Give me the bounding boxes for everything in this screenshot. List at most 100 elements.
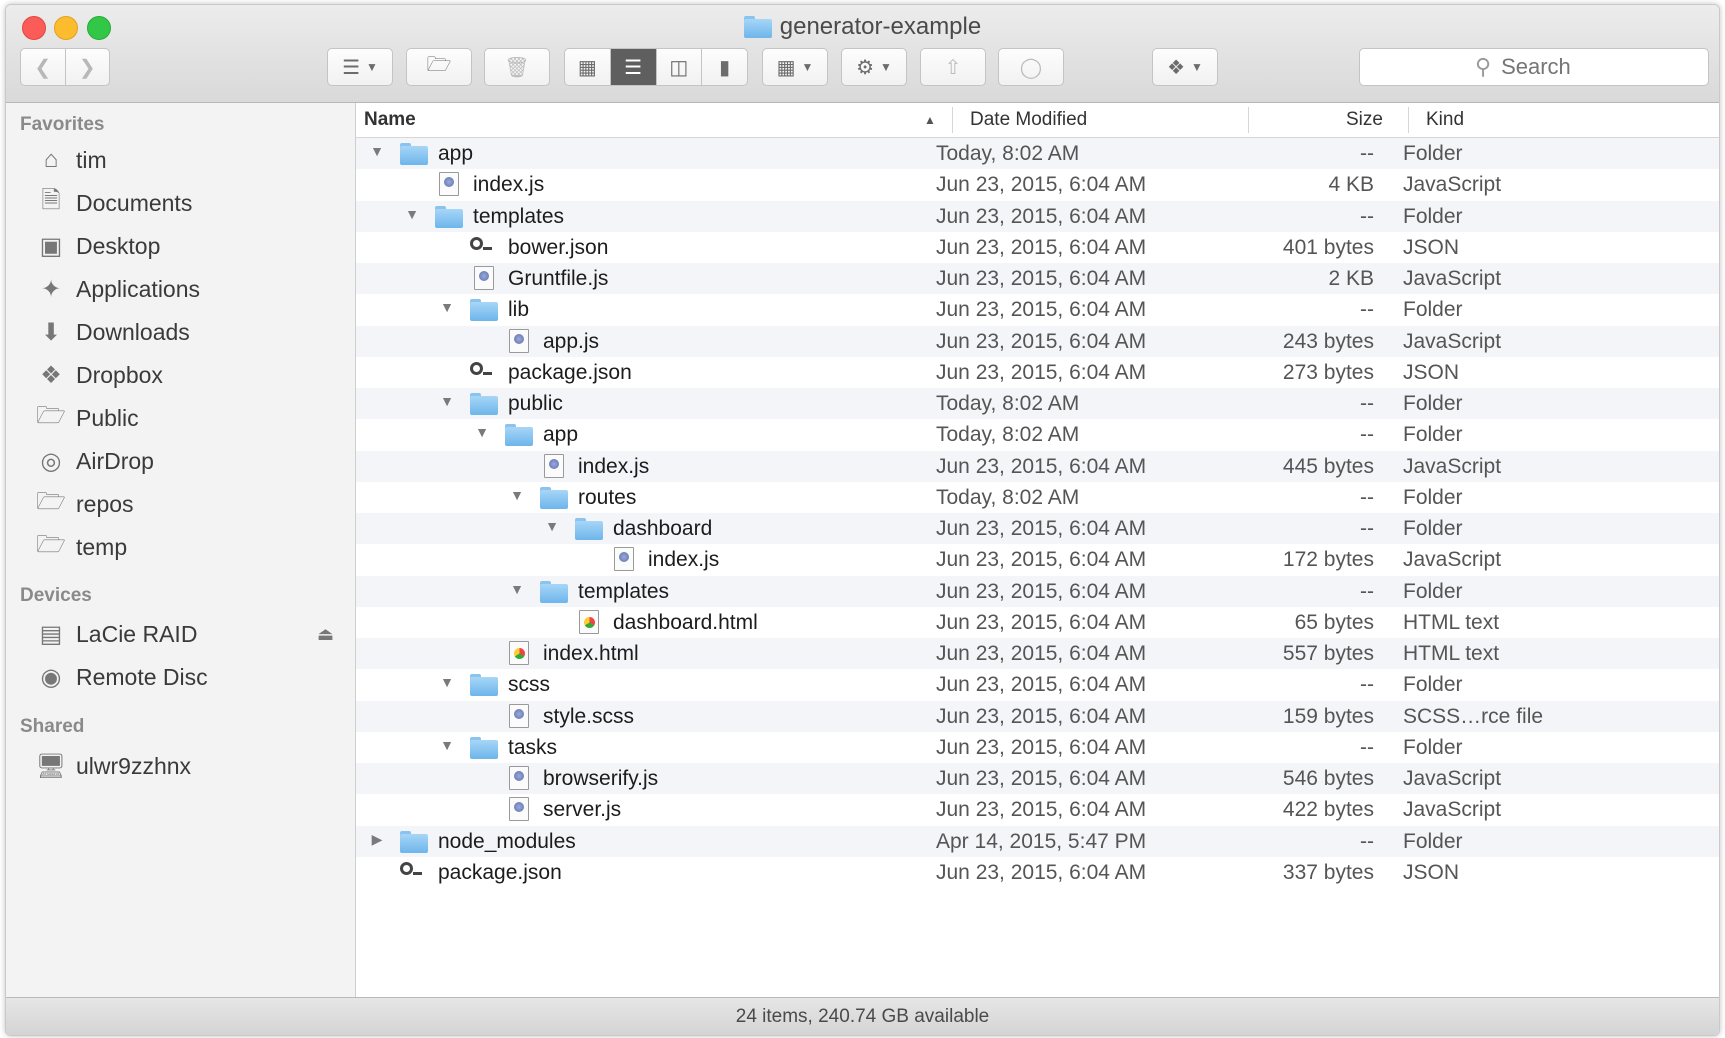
file-kind: HTML text xyxy=(1403,610,1500,634)
sidebar-item-temp[interactable]: 🗁 temp xyxy=(34,529,344,565)
file-row[interactable]: ▼ templates Jun 23, 2015, 6:04 AM -- Folder xyxy=(356,575,1719,607)
file-row[interactable]: ▼ templates Jun 23, 2015, 6:04 AM -- Folder xyxy=(356,200,1719,232)
airdrop-icon: ◎ xyxy=(40,447,62,475)
file-row[interactable]: index.js Jun 23, 2015, 6:04 AM 172 bytes Ja… xyxy=(356,544,1719,575)
file-row[interactable]: index.js Jun 23, 2015, 6:04 AM 4 KB JavaScr… xyxy=(356,169,1719,200)
disc-icon: ◉ xyxy=(40,663,62,691)
sidebar-item-label: Downloads xyxy=(76,318,190,345)
sidebar-item-label: LaCie RAID xyxy=(76,620,198,647)
dropbox-menu-button[interactable]: ❖ ▼ xyxy=(1152,48,1218,86)
column-divider[interactable] xyxy=(1408,107,1409,133)
sidebar-item-desktop[interactable]: ▣ Desktop xyxy=(34,228,344,264)
file-size: 4 KB xyxy=(1328,173,1374,197)
file-rows: ▼ app Today, 8:02 AM -- Folder index.js Jun 23… xyxy=(356,138,1719,888)
column-header-size[interactable]: Size xyxy=(1346,109,1383,131)
file-row[interactable]: ▼ lib Jun 23, 2015, 6:04 AM -- Folder xyxy=(356,294,1719,325)
file-row[interactable]: style.scss Jun 23, 2015, 6:04 AM 159 bytes… xyxy=(356,700,1719,732)
view-mode-segmented: ▦ ☰ ◫ ▮ xyxy=(564,48,748,86)
file-kind: JavaScript xyxy=(1403,767,1502,790)
file-kind: Folder xyxy=(1403,829,1463,853)
search-input[interactable] xyxy=(1499,53,1594,81)
chevron-left-icon: ❮ xyxy=(34,56,52,79)
sidebar-item-ulwr9zzhnx[interactable]: 🖥 ulwr9zzhnx xyxy=(34,748,344,784)
group-by-button[interactable]: ▦ ▼ xyxy=(762,48,828,86)
file-kind: JavaScript xyxy=(1403,173,1502,197)
sidebar-item-downloads[interactable]: ⬇ Downloads xyxy=(34,314,344,350)
forward-button[interactable]: ❯ xyxy=(66,49,110,85)
file-kind: JSON xyxy=(1403,235,1460,259)
file-row[interactable]: ▼ tasks Jun 23, 2015, 6:04 AM -- Folder xyxy=(356,732,1719,763)
column-header-kind[interactable]: Kind xyxy=(1426,109,1464,131)
file-row[interactable]: ▶ node_modules Apr 14, 2015, 5:47 PM -- Fold… xyxy=(356,825,1719,857)
column-view-button[interactable]: ◫ xyxy=(657,49,703,85)
file-list: Name ▲ Date Modified Size Kind ▼ app Today… xyxy=(356,103,1719,997)
file-size: -- xyxy=(1360,392,1374,415)
file-row[interactable]: bower.json Jun 23, 2015, 6:04 AM 401 bytes… xyxy=(356,232,1719,263)
share-button[interactable]: ⇧ xyxy=(920,48,986,86)
group-grid-icon: ▦ xyxy=(776,56,796,79)
file-size: 422 bytes xyxy=(1282,798,1374,822)
file-size: -- xyxy=(1360,579,1374,603)
file-row[interactable]: ▼ scss Jun 23, 2015, 6:04 AM -- Folder xyxy=(356,669,1719,700)
sidebar-item-repos[interactable]: 🗁 repos xyxy=(34,486,344,522)
file-row[interactable]: package.json Jun 23, 2015, 6:04 AM 273 byt… xyxy=(356,357,1719,388)
share-icon: ⇧ xyxy=(944,56,962,79)
new-folder-button[interactable]: 🗁 xyxy=(406,48,472,86)
window-title-area: generator-example xyxy=(6,13,1719,41)
file-row[interactable]: ▼ dashboard Jun 23, 2015, 6:04 AM -- Folder xyxy=(356,513,1719,545)
file-size: 401 bytes xyxy=(1282,235,1374,259)
gear-icon: ⚙ xyxy=(856,56,875,79)
file-row[interactable]: dashboard.html Jun 23, 2015, 6:04 AM 65 by… xyxy=(356,607,1719,638)
file-row[interactable]: ▼ routes Today, 8:02 AM -- Folder xyxy=(356,482,1719,513)
downloads-icon: ⬇ xyxy=(40,318,62,346)
chevron-down-icon: ▼ xyxy=(880,60,892,74)
search-field[interactable]: ⚲ xyxy=(1359,48,1709,86)
file-size: 337 bytes xyxy=(1282,860,1374,884)
file-row[interactable]: app.js Jun 23, 2015, 6:04 AM 243 bytes Java… xyxy=(356,325,1719,357)
back-button[interactable]: ❮ xyxy=(21,49,66,85)
list-lines-icon: ☰ xyxy=(342,56,361,79)
sidebar-item-public[interactable]: 🗁 Public xyxy=(34,400,344,436)
file-size: 65 bytes xyxy=(1294,610,1374,634)
sidebar-item-lacie-raid[interactable]: ▤ LaCie RAID ⏏ xyxy=(34,616,344,652)
file-size: 159 bytes xyxy=(1282,704,1374,728)
sidebar-item-remote-disc[interactable]: ◉ Remote Disc xyxy=(34,659,344,695)
sidebar-item-documents[interactable]: 🗎 Documents xyxy=(34,185,344,221)
sidebar-item-applications[interactable]: ✦ Applications xyxy=(34,271,344,307)
file-row[interactable]: server.js Jun 23, 2015, 6:04 AM 422 bytes J… xyxy=(356,794,1719,825)
file-row[interactable]: package.json Jun 23, 2015, 6:04 AM 337 byt… xyxy=(356,857,1719,888)
sidebar-item-airdrop[interactable]: ◎ AirDrop xyxy=(34,443,344,479)
file-row[interactable]: Gruntfile.js Jun 23, 2015, 6:04 AM 2 KB Jav… xyxy=(356,263,1719,295)
sidebar-item-label: Dropbox xyxy=(76,361,163,388)
column-header-name[interactable]: Name xyxy=(364,109,416,131)
tags-button[interactable]: ◯ xyxy=(998,48,1064,86)
column-divider[interactable] xyxy=(1248,107,1249,133)
action-menu-button[interactable]: ⚙ ▼ xyxy=(841,48,907,86)
file-row[interactable]: index.html Jun 23, 2015, 6:04 AM 557 bytes… xyxy=(356,638,1719,670)
coverflow-view-button[interactable]: ▮ xyxy=(702,49,747,85)
column-divider[interactable] xyxy=(952,107,953,133)
file-kind: Folder xyxy=(1403,673,1463,697)
file-row[interactable]: browserify.js Jun 23, 2015, 6:04 AM 546 by… xyxy=(356,763,1719,795)
sidebar-item-dropbox[interactable]: ❖ Dropbox xyxy=(34,357,344,393)
arrange-menu-button[interactable]: ☰ ▼ xyxy=(327,48,393,86)
file-row[interactable]: ▼ app Today, 8:02 AM -- Folder xyxy=(356,138,1719,170)
file-size: -- xyxy=(1360,204,1374,228)
file-size: 445 bytes xyxy=(1282,454,1374,478)
sidebar-item-label: Remote Disc xyxy=(76,663,208,690)
icon-view-button[interactable]: ▦ xyxy=(565,49,611,85)
trash-button[interactable]: 🗑 xyxy=(484,48,550,86)
list-view-button[interactable]: ☰ xyxy=(610,49,657,85)
file-kind: JavaScript xyxy=(1403,548,1502,572)
file-size: -- xyxy=(1360,517,1374,540)
file-kind: JavaScript xyxy=(1403,267,1502,290)
grid-icon: ▦ xyxy=(577,56,597,79)
file-row[interactable]: ▼ app Today, 8:02 AM -- Folder xyxy=(356,419,1719,450)
window-title: generator-example xyxy=(779,13,982,40)
sidebar-item-tim[interactable]: ⌂ tim xyxy=(34,142,344,178)
column-header-date[interactable]: Date Modified xyxy=(970,109,1087,131)
file-row[interactable]: index.js Jun 23, 2015, 6:04 AM 445 bytes Ja… xyxy=(356,450,1719,482)
finder-window: generator-example ❮ ❯ ☰ ▼ 🗁 🗑 ▦ ☰ ◫ ▮ ▦ ▼ … xyxy=(5,4,1720,1036)
eject-icon[interactable]: ⏏ xyxy=(317,624,334,645)
file-row[interactable]: ▼ public Today, 8:02 AM -- Folder xyxy=(356,388,1719,420)
